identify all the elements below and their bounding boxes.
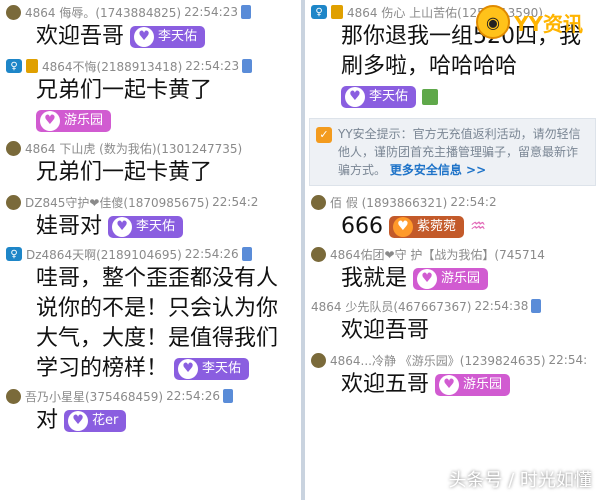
message-user[interactable]: 佰 假 (1893866321) bbox=[330, 194, 447, 211]
message-time: 22:54: bbox=[548, 353, 588, 367]
message-user[interactable]: 4864 少先队员(467667367) bbox=[311, 298, 471, 315]
yy-mascot-icon: ◉ bbox=[476, 5, 510, 39]
heart-icon: ♥ bbox=[178, 359, 199, 379]
watermark: 头条号 / 时光如懂 bbox=[448, 470, 592, 491]
message-user[interactable]: 4864 侮辱。(1743884825) bbox=[25, 4, 181, 21]
message-text: 对 bbox=[36, 408, 59, 433]
message-text-line: 学习的榜样！ bbox=[36, 356, 169, 381]
guard-icon: ♀ bbox=[6, 247, 22, 261]
message-text: 欢迎吾哥 bbox=[341, 318, 430, 343]
message-text: 我就是 bbox=[341, 266, 408, 291]
user-tag: ♥ 花er bbox=[64, 410, 127, 432]
chat-message: 吾乃小星星(375468459) 22:54:26 对 ♥ 花er bbox=[0, 386, 301, 436]
message-user[interactable]: DZ845守护❤佳傻(1870985675) bbox=[25, 194, 209, 211]
badge-icon bbox=[241, 247, 252, 261]
message-text-line: 刷多啦，哈哈哈哈 bbox=[341, 54, 518, 79]
crown-icon bbox=[331, 5, 343, 19]
message-time: 22:54:38 bbox=[474, 299, 529, 313]
message-user[interactable]: 4864佑团❤守 护【战为我佑】(745714 bbox=[330, 246, 545, 263]
chat-column-right: ♀ 4864 伤心 上山苦佑(1259213590) 那你退我一组520四，我 … bbox=[305, 0, 600, 500]
message-text: 兄弟们一起卡黄了 bbox=[36, 78, 213, 103]
shield-icon: ✓ bbox=[316, 127, 332, 143]
badge-icon bbox=[222, 389, 233, 403]
chat-message: ♀ Dz4864天啊(2189104695) 22:54:26 哇哥，整个歪歪都… bbox=[0, 244, 301, 384]
chat-column-left: 4864 侮辱。(1743884825) 22:54:23 欢迎吾哥 ♥ 李天佑 … bbox=[0, 0, 301, 500]
message-time: 22:54:26 bbox=[184, 247, 239, 261]
user-avatar-icon bbox=[6, 140, 21, 156]
message-text: 欢迎吾哥 bbox=[36, 24, 125, 49]
chat-message: DZ845守护❤佳傻(1870985675) 22:54:2 娃哥对 ♥ 李天佑 bbox=[0, 192, 301, 242]
heart-icon: ♥ bbox=[134, 27, 155, 47]
user-tag: ♥ 李天佑 bbox=[108, 216, 184, 238]
more-security-info-link[interactable]: 更多安全信息 >> bbox=[390, 163, 486, 177]
badge-icon bbox=[242, 59, 253, 73]
message-user[interactable]: 吾乃小星星(375468459) bbox=[25, 388, 163, 405]
heart-icon: ♥ bbox=[345, 87, 365, 107]
chat-message: 4864...冷静 《游乐园》(1239824635) 22:54: 欢迎五哥 … bbox=[305, 350, 600, 400]
yy-news-logo: ◉ YY资讯 bbox=[476, 4, 594, 40]
badge-icon bbox=[240, 5, 251, 19]
crown-icon bbox=[26, 59, 38, 73]
user-tag: ♥ 游乐园 bbox=[413, 268, 489, 290]
user-avatar-icon bbox=[6, 4, 21, 20]
user-avatar-icon bbox=[6, 388, 21, 404]
chat-message: 4864佑团❤守 护【战为我佑】(745714 我就是 ♥ 游乐园 bbox=[305, 244, 600, 294]
message-time: 22:54:2 bbox=[450, 195, 497, 209]
heart-icon: ♥ bbox=[393, 217, 413, 237]
message-text-line: 哇哥，整个歪歪都没有人 bbox=[36, 266, 279, 291]
chat-message: 佰 假 (1893866321) 22:54:2 666 ♥ 紫菀菀 ♒ bbox=[305, 192, 600, 242]
message-text-line: 大气，大度！是值得我们 bbox=[36, 326, 279, 351]
guard-icon: ♀ bbox=[311, 5, 327, 19]
chat-message: ♀ 4864不悔(2188913418) 22:54:23 兄弟们一起卡黄了 ♥… bbox=[0, 56, 301, 136]
heart-icon: ♥ bbox=[40, 111, 60, 131]
message-text: 666 bbox=[341, 214, 383, 239]
message-text: 兄弟们一起卡黄了 bbox=[36, 160, 213, 185]
chat-message: 4864 少先队员(467667367) 22:54:38 欢迎吾哥 bbox=[305, 296, 600, 346]
heart-icon: ♥ bbox=[68, 411, 89, 431]
guard-icon: ♀ bbox=[6, 59, 22, 73]
heart-icon: ♥ bbox=[417, 269, 438, 289]
message-time: 22:54:23 bbox=[185, 59, 240, 73]
message-text: 娃哥对 bbox=[36, 214, 103, 239]
message-user[interactable]: 4864不悔(2188913418) bbox=[42, 58, 182, 75]
message-text-line: 说你的不是！只会认为你 bbox=[36, 296, 279, 321]
message-time: 22:54:23 bbox=[184, 5, 238, 19]
heart-icon: ♥ bbox=[112, 217, 133, 237]
message-user[interactable]: Dz4864天啊(2189104695) bbox=[26, 246, 182, 263]
heart-icon: ♥ bbox=[439, 375, 460, 395]
security-notice: ✓ YY安全提示：官方无充值返利活动，请勿轻信他人，谨防团首充主播管理骗子，留意… bbox=[309, 118, 596, 186]
user-tag: ♥ 李天佑 bbox=[341, 86, 417, 108]
user-avatar-icon bbox=[311, 194, 326, 210]
badge-icon bbox=[531, 299, 542, 313]
message-text: 欢迎五哥 bbox=[341, 372, 430, 397]
user-tag: ♥ 李天佑 bbox=[174, 358, 250, 380]
user-avatar-icon bbox=[6, 194, 21, 210]
user-tag: ♥ 紫菀菀 bbox=[389, 216, 465, 238]
emoji-icon: ♒ bbox=[470, 216, 487, 237]
chat-message: 4864 侮辱。(1743884825) 22:54:23 欢迎吾哥 ♥ 李天佑 bbox=[0, 2, 301, 52]
message-user[interactable]: 4864...冷静 《游乐园》(1239824635) bbox=[330, 352, 546, 369]
user-avatar-icon bbox=[311, 246, 326, 262]
chat-message: 4864 下山虎 (数为我佑)(1301247735) 兄弟们一起卡黄了 bbox=[0, 138, 301, 188]
user-tag: ♥ 游乐园 bbox=[435, 374, 511, 396]
message-user[interactable]: 4864 下山虎 (数为我佑)(1301247735) bbox=[25, 140, 242, 157]
user-tag: ♥ 游乐园 bbox=[36, 110, 112, 132]
message-time: 22:54:26 bbox=[166, 389, 220, 403]
message-time: 22:54:2 bbox=[212, 195, 259, 209]
medal-icon bbox=[422, 89, 439, 105]
user-tag: ♥ 李天佑 bbox=[130, 26, 206, 48]
user-avatar-icon bbox=[311, 352, 326, 368]
